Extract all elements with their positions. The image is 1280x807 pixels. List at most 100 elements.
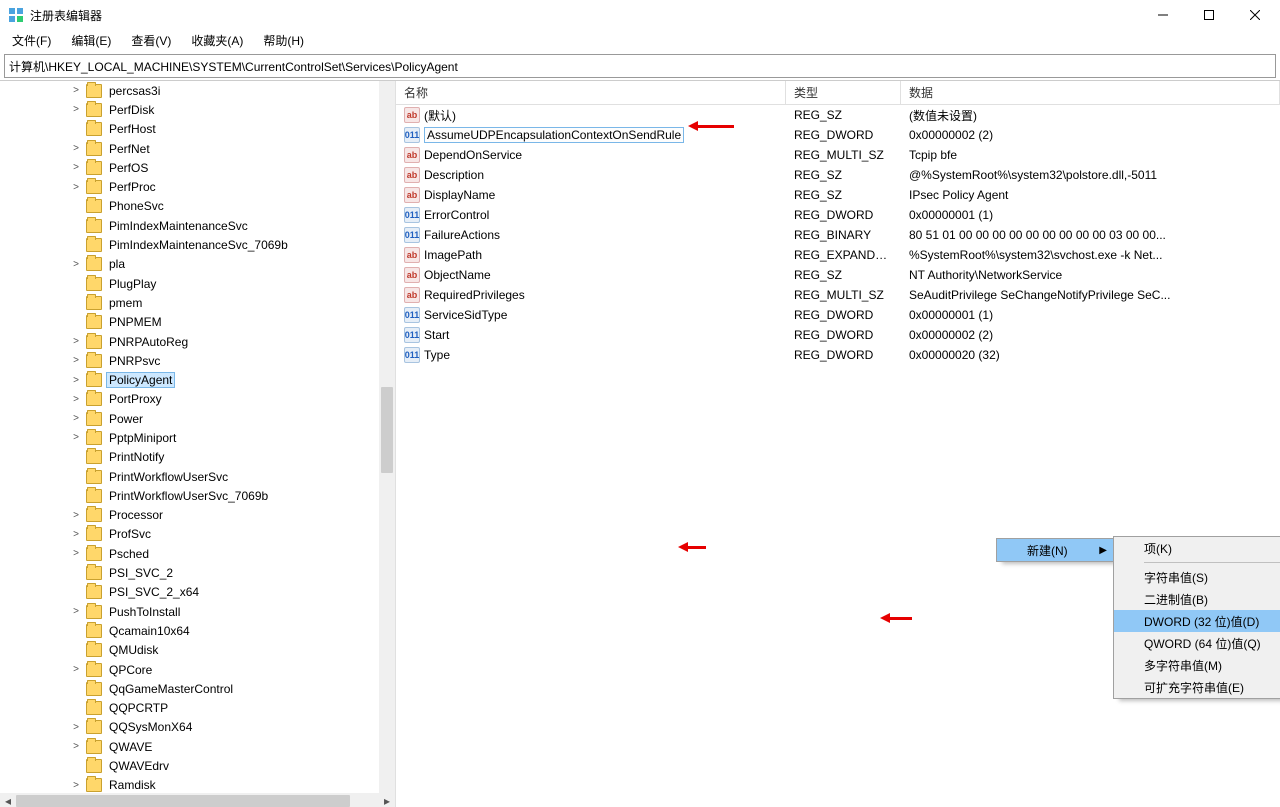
value-row[interactable]: 011StartREG_DWORD0x00000002 (2) [396, 325, 1280, 345]
expand-icon[interactable]: > [70, 182, 82, 193]
expand-icon[interactable]: > [70, 143, 82, 154]
tree-item-label: PNPMEM [106, 314, 165, 330]
tree-item[interactable]: >Qcamain10x64 [0, 621, 379, 640]
tree-item[interactable]: >PerfProc [0, 177, 379, 196]
tree-item[interactable]: >PNRPsvc [0, 351, 379, 370]
maximize-button[interactable] [1186, 0, 1232, 30]
col-name[interactable]: 名称 [396, 81, 786, 104]
menu-view[interactable]: 查看(V) [125, 30, 177, 51]
expand-icon[interactable]: > [70, 104, 82, 115]
tree-item[interactable]: >Processor [0, 506, 379, 525]
tree-item[interactable]: >PhoneSvc [0, 197, 379, 216]
tree-item[interactable]: >Ramdisk [0, 776, 379, 793]
value-row[interactable]: abDescriptionREG_SZ@%SystemRoot%\system3… [396, 165, 1280, 185]
expand-icon[interactable]: > [70, 510, 82, 521]
value-row[interactable]: abRequiredPrivilegesREG_MULTI_SZSeAuditP… [396, 285, 1280, 305]
value-name: FailureActions [424, 228, 500, 242]
value-row[interactable]: abObjectNameREG_SZNT Authority\NetworkSe… [396, 265, 1280, 285]
col-type[interactable]: 类型 [786, 81, 901, 104]
folder-icon [86, 663, 102, 677]
tree-item[interactable]: >QWAVEdrv [0, 756, 379, 775]
tree-horizontal-scrollbar[interactable]: ◂ ▸ [0, 793, 395, 807]
expand-icon[interactable]: > [70, 432, 82, 443]
value-row[interactable]: abImagePathREG_EXPAND_SZ%SystemRoot%\sys… [396, 245, 1280, 265]
col-data[interactable]: 数据 [901, 81, 1280, 104]
menu-favorites[interactable]: 收藏夹(A) [185, 30, 249, 51]
expand-icon[interactable]: > [70, 375, 82, 386]
menu-edit[interactable]: 编辑(E) [65, 30, 117, 51]
tree-item[interactable]: > PptpMiniport [0, 428, 379, 447]
tree-item[interactable]: >QQSysMonX64 [0, 718, 379, 737]
tree-item[interactable]: >QqGameMasterControl [0, 679, 379, 698]
address-bar[interactable]: 计算机\HKEY_LOCAL_MACHINE\SYSTEM\CurrentCon… [4, 54, 1276, 78]
value-row[interactable]: 011ErrorControlREG_DWORD0x00000001 (1) [396, 205, 1280, 225]
expand-icon[interactable]: > [70, 722, 82, 733]
tree-item[interactable]: >PerfDisk [0, 100, 379, 119]
tree-item[interactable]: >PNRPAutoReg [0, 332, 379, 351]
tree-item[interactable]: >PimIndexMaintenanceSvc_7069b [0, 235, 379, 254]
tree-item[interactable]: >QPCore [0, 660, 379, 679]
tree-item[interactable]: >PSI_SVC_2 [0, 563, 379, 582]
tree-item[interactable]: >percsas3i [0, 81, 379, 100]
tree-item[interactable]: >pmem [0, 293, 379, 312]
expand-icon[interactable]: > [70, 336, 82, 347]
menu-file[interactable]: 文件(F) [6, 30, 57, 51]
expand-icon[interactable]: > [70, 85, 82, 96]
tree-item[interactable]: >PolicyAgent [0, 370, 379, 389]
tree-item-label: PptpMiniport [106, 430, 179, 446]
expand-icon[interactable]: > [70, 413, 82, 424]
tree-item[interactable]: >PrintWorkflowUserSvc [0, 467, 379, 486]
tree-item[interactable]: >PortProxy [0, 390, 379, 409]
ctx-new[interactable]: 新建(N) ▶ [997, 539, 1113, 561]
expand-icon[interactable]: > [70, 529, 82, 540]
tree-item[interactable]: >Psched [0, 544, 379, 563]
scroll-left-icon[interactable]: ◂ [0, 793, 16, 807]
ctx-new-string[interactable]: 字符串值(S) [1114, 566, 1280, 588]
expand-icon[interactable]: > [70, 664, 82, 675]
value-row[interactable]: 011AssumeUDPEncapsulationContextOnSendRu… [396, 125, 1280, 145]
tree-item[interactable]: >QWAVE [0, 737, 379, 756]
value-row[interactable]: abDisplayNameREG_SZIPsec Policy Agent [396, 185, 1280, 205]
tree-item[interactable]: >ProfSvc [0, 525, 379, 544]
tree-item[interactable]: >PerfNet [0, 139, 379, 158]
scroll-right-icon[interactable]: ▸ [379, 793, 395, 807]
tree-item[interactable]: >PrintNotify [0, 448, 379, 467]
tree-item[interactable]: >PerfHost [0, 120, 379, 139]
value-data: %SystemRoot%\system32\svchost.exe -k Net… [901, 248, 1280, 262]
menu-help[interactable]: 帮助(H) [257, 30, 310, 51]
ctx-new-multistring[interactable]: 多字符串值(M) [1114, 654, 1280, 676]
tree-item[interactable]: >PushToInstall [0, 602, 379, 621]
value-row[interactable]: ab(默认)REG_SZ(数值未设置) [396, 105, 1280, 125]
expand-icon[interactable]: > [70, 259, 82, 270]
tree-item[interactable]: >PrintWorkflowUserSvc_7069b [0, 486, 379, 505]
tree-item[interactable]: >PimIndexMaintenanceSvc [0, 216, 379, 235]
ctx-new-key[interactable]: 项(K) [1114, 537, 1280, 559]
ctx-new-dword[interactable]: DWORD (32 位)值(D) [1114, 610, 1280, 632]
close-button[interactable] [1232, 0, 1278, 30]
value-row[interactable]: 011ServiceSidTypeREG_DWORD0x00000001 (1) [396, 305, 1280, 325]
tree-item[interactable]: >QMUdisk [0, 641, 379, 660]
tree-item[interactable]: >pla [0, 255, 379, 274]
expand-icon[interactable]: > [70, 548, 82, 559]
value-row[interactable]: 011TypeREG_DWORD0x00000020 (32) [396, 345, 1280, 365]
tree-item[interactable]: >PerfOS [0, 158, 379, 177]
ctx-new-binary[interactable]: 二进制值(B) [1114, 588, 1280, 610]
value-row[interactable]: abDependOnServiceREG_MULTI_SZTcpip bfe [396, 145, 1280, 165]
tree-vertical-scrollbar[interactable] [379, 81, 395, 793]
tree-item[interactable]: >PlugPlay [0, 274, 379, 293]
tree-item[interactable]: >QQPCRTP [0, 699, 379, 718]
ctx-new-expandstring[interactable]: 可扩充字符串值(E) [1114, 676, 1280, 698]
tree-item[interactable]: >PNPMEM [0, 313, 379, 332]
tree-item[interactable]: >Power [0, 409, 379, 428]
expand-icon[interactable]: > [70, 780, 82, 791]
expand-icon[interactable]: > [70, 741, 82, 752]
value-row[interactable]: 011FailureActionsREG_BINARY80 51 01 00 0… [396, 225, 1280, 245]
minimize-button[interactable] [1140, 0, 1186, 30]
tree-item[interactable]: >PSI_SVC_2_x64 [0, 583, 379, 602]
ctx-new-qword[interactable]: QWORD (64 位)值(Q) [1114, 632, 1280, 654]
expand-icon[interactable]: > [70, 355, 82, 366]
folder-icon [86, 373, 102, 387]
expand-icon[interactable]: > [70, 606, 82, 617]
expand-icon[interactable]: > [70, 162, 82, 173]
expand-icon[interactable]: > [70, 394, 82, 405]
